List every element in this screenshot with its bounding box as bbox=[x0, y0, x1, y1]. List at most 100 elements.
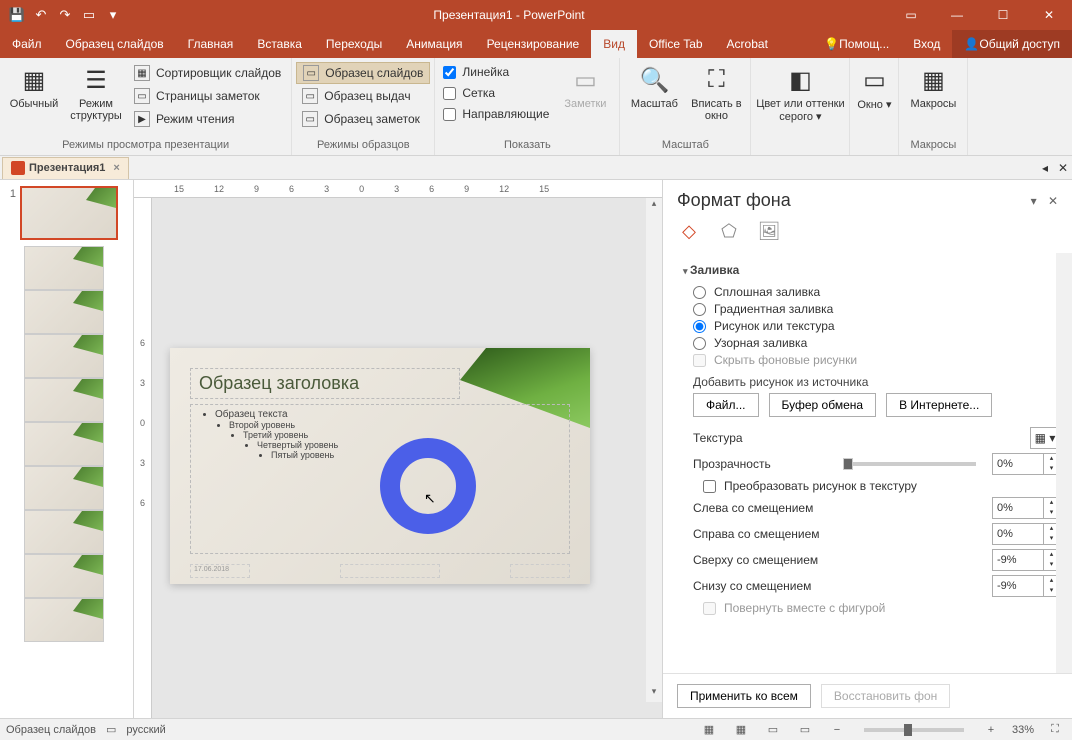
color-grayscale-button[interactable]: ◧Цвет или оттенки серого ▾ bbox=[755, 60, 845, 123]
zoom-slider[interactable] bbox=[864, 728, 964, 732]
format-background-pane: Формат фона ▾ ✕ ◇ ⬠ 🖼 Заливка Сплошная з… bbox=[662, 180, 1072, 718]
insert-online-button[interactable]: В Интернете... bbox=[886, 393, 992, 417]
apply-to-all-button[interactable]: Применить ко всем bbox=[677, 684, 811, 708]
layout-thumbnail[interactable] bbox=[24, 466, 104, 510]
tab-insert[interactable]: Вставка bbox=[245, 30, 314, 58]
normal-view-button[interactable]: ▦Обычный bbox=[4, 60, 64, 110]
ribbon: ▦Обычный ☰Режим структуры ▦Сортировщик с… bbox=[0, 58, 1072, 156]
group-zoom: 🔍Масштаб ⛶Вписать в окно Масштаб bbox=[620, 58, 751, 155]
doctab-close-all[interactable]: ✕ bbox=[1054, 161, 1072, 175]
handout-master-button[interactable]: ▭Образец выдач bbox=[296, 85, 430, 107]
zoom-out-button[interactable]: − bbox=[826, 721, 848, 739]
ruler-checkbox[interactable]: Линейка bbox=[439, 62, 553, 82]
notes-master-button[interactable]: ▭Образец заметок bbox=[296, 108, 430, 130]
tab-review[interactable]: Рецензирование bbox=[475, 30, 592, 58]
layout-thumbnail[interactable] bbox=[24, 554, 104, 598]
layout-thumbnail[interactable] bbox=[24, 510, 104, 554]
group-master-views: ▭Образец слайдов ▭Образец выдач ▭Образец… bbox=[292, 58, 435, 155]
slideshow-view-icon[interactable]: ▭ bbox=[794, 721, 816, 739]
effects-tab-icon[interactable]: ⬠ bbox=[717, 219, 741, 243]
outline-view-button[interactable]: ☰Режим структуры bbox=[66, 60, 126, 122]
title-placeholder[interactable]: Образец заголовка bbox=[190, 368, 460, 399]
zoom-button[interactable]: 🔍Масштаб bbox=[624, 60, 684, 110]
radio-picture-fill[interactable]: Рисунок или текстура bbox=[693, 319, 1060, 333]
document-tab[interactable]: Презентация1 × bbox=[2, 157, 129, 179]
pane-scrollbar[interactable] bbox=[1056, 253, 1072, 673]
share-button[interactable]: 👤 Общий доступ bbox=[952, 30, 1072, 58]
notes-page-button[interactable]: ▭Страницы заметок bbox=[128, 85, 287, 107]
vertical-scrollbar[interactable]: ▴ ▾ bbox=[646, 198, 662, 702]
macros-button[interactable]: ▦Макросы bbox=[903, 60, 963, 110]
undo-icon[interactable]: ↶ bbox=[30, 4, 52, 26]
reading-view-button[interactable]: ▶Режим чтения bbox=[128, 108, 287, 130]
status-language[interactable]: русский bbox=[126, 724, 165, 736]
offset-top-spinner[interactable]: -9%▴▾ bbox=[992, 549, 1060, 571]
tab-animations[interactable]: Анимация bbox=[394, 30, 474, 58]
offset-right-spinner[interactable]: 0%▴▾ bbox=[992, 523, 1060, 545]
tell-me[interactable]: 💡 Помощ... bbox=[812, 30, 901, 58]
layout-thumbnail[interactable] bbox=[24, 290, 104, 334]
master-thumbnail[interactable] bbox=[20, 186, 118, 240]
window-button[interactable]: ▭Окно ▾ bbox=[854, 60, 894, 111]
offset-left-spinner[interactable]: 0%▴▾ bbox=[992, 497, 1060, 519]
redo-icon[interactable]: ↷ bbox=[54, 4, 76, 26]
tab-transitions[interactable]: Переходы bbox=[314, 30, 394, 58]
transparency-slider[interactable] bbox=[843, 462, 977, 466]
qat-more-icon[interactable]: ▾ bbox=[102, 4, 124, 26]
transparency-spinner[interactable]: 0%▴▾ bbox=[992, 453, 1060, 475]
tab-file[interactable]: Файл bbox=[0, 30, 54, 58]
normal-view-icon[interactable]: ▦ bbox=[698, 721, 720, 739]
tab-acrobat[interactable]: Acrobat bbox=[715, 30, 780, 58]
guides-checkbox[interactable]: Направляющие bbox=[439, 104, 553, 124]
start-slideshow-icon[interactable]: ▭ bbox=[78, 4, 100, 26]
number-placeholder[interactable] bbox=[510, 564, 570, 578]
ribbon-options-icon[interactable]: ▭ bbox=[888, 0, 934, 30]
section-fill[interactable]: Заливка bbox=[683, 263, 1060, 277]
doctab-nav-left[interactable]: ◂ bbox=[1036, 161, 1054, 175]
pane-close-icon[interactable]: ✕ bbox=[1048, 194, 1058, 208]
tab-office-tab[interactable]: Office Tab bbox=[637, 30, 715, 58]
minimize-button[interactable]: — bbox=[934, 0, 980, 30]
radio-gradient-fill[interactable]: Градиентная заливка bbox=[693, 302, 1060, 316]
layout-thumbnail[interactable] bbox=[24, 334, 104, 378]
fit-view-icon[interactable]: ⛶ bbox=[1044, 721, 1066, 739]
insert-clipboard-button[interactable]: Буфер обмена bbox=[769, 393, 877, 417]
reading-view-icon[interactable]: ▭ bbox=[762, 721, 784, 739]
save-icon[interactable]: 💾 bbox=[6, 4, 28, 26]
close-button[interactable]: ✕ bbox=[1026, 0, 1072, 30]
layout-thumbnail[interactable] bbox=[24, 422, 104, 466]
date-placeholder[interactable]: 17.06.2018 bbox=[190, 564, 250, 578]
scroll-down-icon[interactable]: ▾ bbox=[646, 686, 662, 702]
radio-pattern-fill[interactable]: Узорная заливка bbox=[693, 336, 1060, 350]
slide-master-button[interactable]: ▭Образец слайдов bbox=[296, 62, 430, 84]
doctab-close-icon[interactable]: × bbox=[113, 162, 119, 174]
spellcheck-icon[interactable]: ▭ bbox=[106, 723, 116, 736]
doctab-scrollbar[interactable] bbox=[133, 160, 1032, 176]
layout-thumbnail[interactable] bbox=[24, 598, 104, 642]
zoom-level[interactable]: 33% bbox=[1012, 724, 1034, 736]
picture-tab-icon[interactable]: 🖼 bbox=[757, 219, 781, 243]
sorter-view-icon[interactable]: ▦ bbox=[730, 721, 752, 739]
gridlines-checkbox[interactable]: Сетка bbox=[439, 83, 553, 103]
scroll-up-icon[interactable]: ▴ bbox=[646, 198, 662, 214]
zoom-in-button[interactable]: + bbox=[980, 721, 1002, 739]
slide-master-canvas[interactable]: Образец заголовка Образец текста Второй … bbox=[170, 348, 590, 584]
tile-checkbox[interactable]: Преобразовать рисунок в текстуру bbox=[703, 479, 1060, 493]
layout-thumbnail[interactable] bbox=[24, 378, 104, 422]
layout-thumbnail[interactable] bbox=[24, 246, 104, 290]
fit-to-window-button[interactable]: ⛶Вписать в окно bbox=[686, 60, 746, 122]
insert-file-button[interactable]: Файл... bbox=[693, 393, 759, 417]
radio-solid-fill[interactable]: Сплошная заливка bbox=[693, 285, 1060, 299]
sign-in[interactable]: Вход bbox=[901, 30, 952, 58]
fill-tab-icon[interactable]: ◇ bbox=[677, 219, 701, 243]
pane-options-icon[interactable]: ▾ bbox=[1031, 194, 1037, 208]
tab-view[interactable]: Вид bbox=[591, 30, 637, 58]
titlebar: 💾 ↶ ↷ ▭ ▾ Презентация1 - PowerPoint ▭ — … bbox=[0, 0, 1072, 30]
status-view-mode[interactable]: Образец слайдов bbox=[6, 724, 96, 736]
tab-slide-master[interactable]: Образец слайдов bbox=[54, 30, 176, 58]
slide-sorter-button[interactable]: ▦Сортировщик слайдов bbox=[128, 62, 287, 84]
footer-placeholder[interactable] bbox=[340, 564, 440, 578]
offset-bottom-spinner[interactable]: -9%▴▾ bbox=[992, 575, 1060, 597]
tab-home[interactable]: Главная bbox=[176, 30, 246, 58]
maximize-button[interactable]: ☐ bbox=[980, 0, 1026, 30]
